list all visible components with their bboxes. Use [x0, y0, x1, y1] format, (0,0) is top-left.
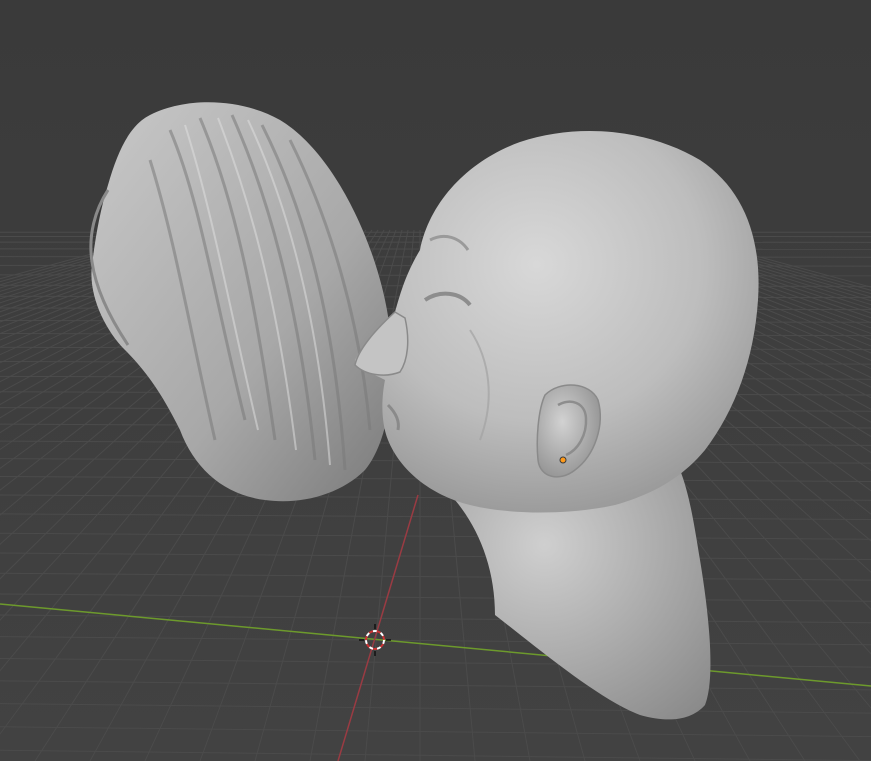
- object-origin-dot: [559, 456, 567, 464]
- 3d-viewport[interactable]: [0, 0, 871, 761]
- viewport-canvas[interactable]: [0, 0, 871, 761]
